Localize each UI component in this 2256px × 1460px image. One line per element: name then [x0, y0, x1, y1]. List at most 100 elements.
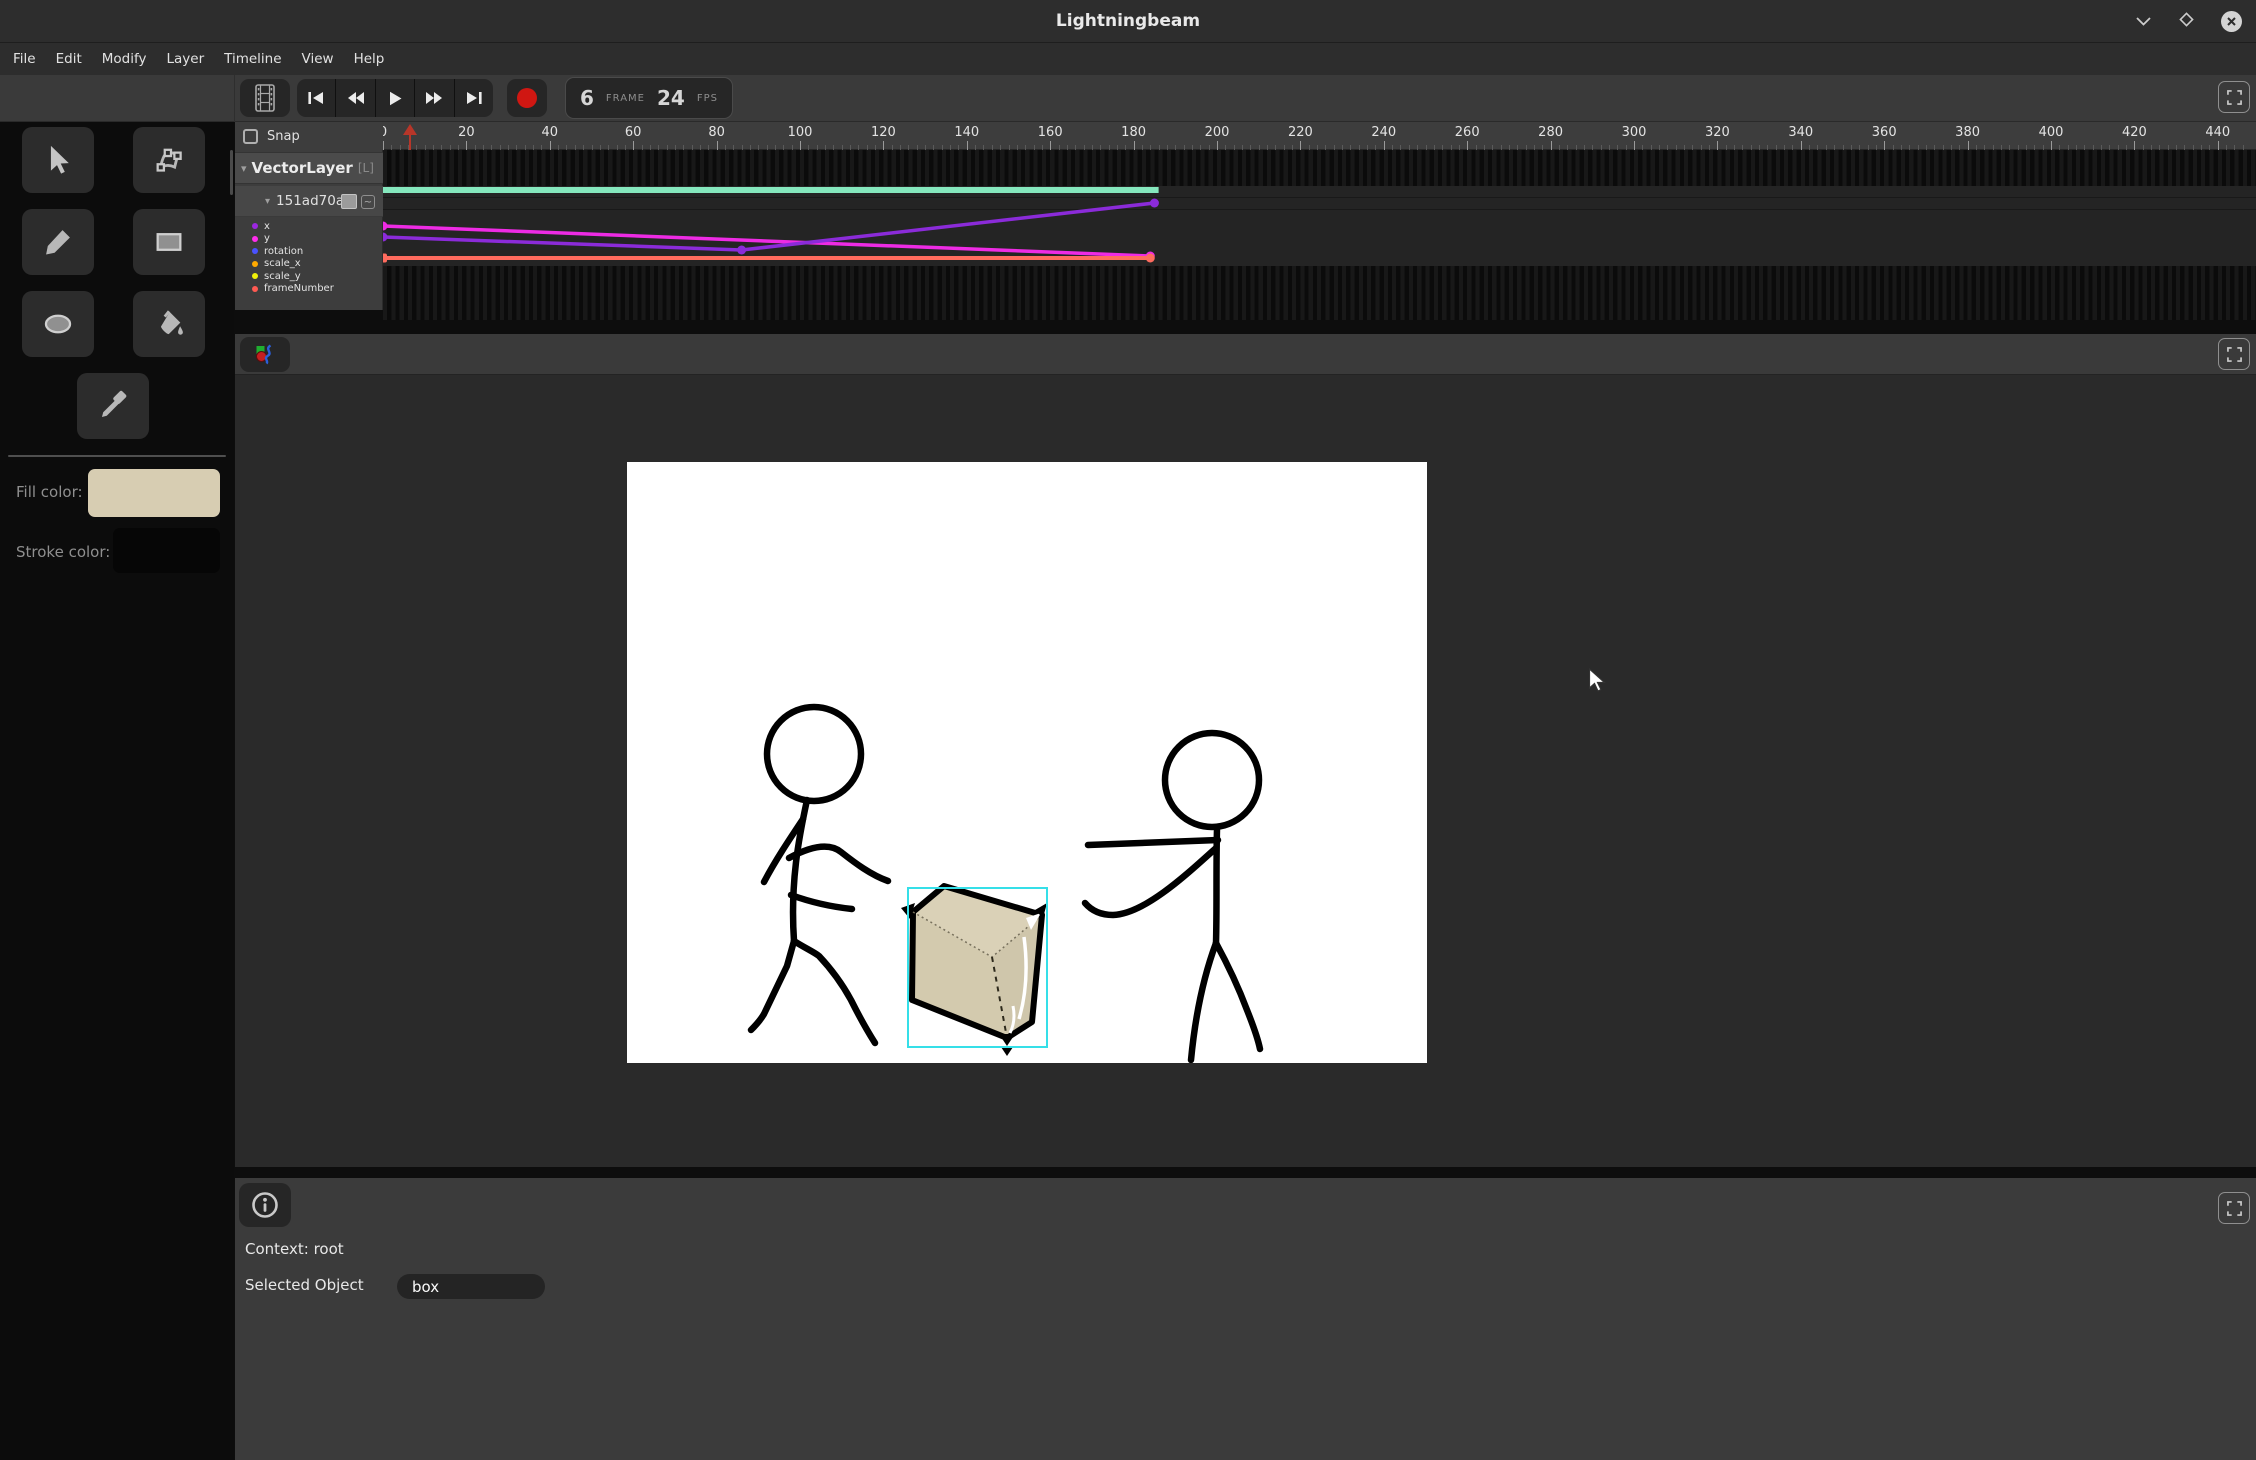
keyframe-dot[interactable] — [1150, 199, 1159, 208]
skip-end-button[interactable] — [454, 79, 493, 117]
skip-start-icon — [307, 91, 325, 105]
ruler-major-tick — [1050, 141, 1051, 150]
menu-item-edit[interactable]: Edit — [52, 48, 86, 70]
menu-item-timeline[interactable]: Timeline — [220, 48, 285, 70]
stage-drawing — [627, 462, 1427, 1063]
timeline-expand-button[interactable] — [2218, 81, 2250, 113]
fill-color-swatch[interactable] — [88, 469, 220, 517]
snap-checkbox[interactable] — [243, 129, 258, 144]
ruler-label: 340 — [1788, 125, 1813, 140]
keyframe-dot[interactable] — [383, 233, 388, 242]
ruler-label: 200 — [1205, 125, 1230, 140]
ruler-major-tick — [1634, 141, 1635, 150]
stick-figure-right[interactable] — [1085, 733, 1260, 1060]
layer-collapse-icon[interactable]: ▾ — [241, 162, 247, 175]
box-object[interactable] — [901, 886, 1047, 1056]
playhead-arrow-icon — [403, 124, 417, 135]
window-controls — [2135, 0, 2242, 43]
property-color-dot — [252, 286, 258, 292]
menu-item-help[interactable]: Help — [350, 48, 389, 70]
object-visibility-button[interactable] — [341, 194, 357, 209]
property-row-frameNumber[interactable]: frameNumber — [235, 283, 383, 296]
ruler-label: 380 — [1955, 125, 1980, 140]
menu-item-file[interactable]: File — [9, 48, 40, 70]
play-button[interactable] — [375, 79, 414, 117]
menu-item-modify[interactable]: Modify — [98, 48, 151, 70]
inspector-expand-button[interactable] — [2218, 1192, 2250, 1224]
ellipse-tool-button[interactable] — [22, 291, 94, 357]
close-icon[interactable] — [2221, 11, 2242, 32]
skip-start-button[interactable] — [297, 79, 335, 117]
keyframe-dot[interactable] — [737, 246, 746, 255]
eyedropper-tool-button[interactable] — [77, 373, 149, 439]
selected-object-label: Selected Object — [245, 1276, 364, 1294]
maximize-icon[interactable] — [2178, 11, 2195, 32]
stick-figure-left[interactable] — [751, 707, 888, 1043]
keyframe-marker[interactable] — [383, 254, 387, 263]
object-collapse-icon[interactable]: ▾ — [265, 196, 270, 207]
keyframe-dot[interactable] — [383, 222, 388, 231]
ruler-major-tick — [1717, 141, 1718, 150]
property-list: xyrotationscale_xscale_yframeNumber — [235, 220, 383, 295]
canvas-area[interactable] — [235, 375, 2256, 1167]
rectangle-icon — [152, 225, 186, 259]
menu-item-view[interactable]: View — [298, 48, 338, 70]
canvas-expand-button[interactable] — [2218, 338, 2250, 370]
info-button[interactable] — [239, 1183, 291, 1227]
curve-x[interactable] — [383, 203, 1154, 250]
ruler-major-tick — [1801, 141, 1802, 150]
ruler-label: 160 — [1038, 125, 1063, 140]
menu-item-layer[interactable]: Layer — [162, 48, 208, 70]
ruler-major-tick — [2218, 141, 2219, 150]
stroke-color-swatch[interactable] — [113, 528, 220, 573]
paint-bucket-tool-button[interactable] — [133, 291, 205, 357]
property-name: scale_y — [264, 271, 301, 282]
record-icon — [517, 88, 537, 108]
fast-forward-icon — [425, 91, 443, 105]
timeline-ruler[interactable]: 0204060801001201401601802002202402602803… — [235, 122, 2256, 150]
selected-object-value[interactable]: box — [397, 1274, 545, 1299]
shapes-logo-icon — [253, 343, 277, 367]
object-tilde-button[interactable]: ~ — [361, 195, 375, 209]
ruler-major-tick — [717, 141, 718, 150]
ruler-label: 220 — [1288, 125, 1313, 140]
property-row-scale_x[interactable]: scale_x — [235, 258, 383, 271]
ruler-label: 440 — [2205, 125, 2230, 140]
expand-icon — [2227, 90, 2242, 105]
film-strip-button[interactable] — [240, 79, 290, 117]
timeline-object-row[interactable]: ▾ 151ad70a... ~ — [235, 186, 383, 217]
rewind-button[interactable] — [335, 79, 374, 117]
canvas-logo-button[interactable] — [240, 337, 290, 372]
select-tool-button[interactable] — [22, 127, 94, 193]
property-row-scale_y[interactable]: scale_y — [235, 270, 383, 283]
keyframe-dot[interactable] — [1146, 254, 1155, 263]
layer-span-bar[interactable] — [383, 187, 1159, 193]
window-title: Lightningbeam — [0, 0, 2256, 43]
info-icon — [251, 1191, 279, 1219]
property-color-dot — [252, 223, 258, 229]
property-row-y[interactable]: y — [235, 233, 383, 246]
ruler-ticks: 0204060801001201401601802002202402602803… — [235, 122, 2256, 149]
ruler-label: 120 — [871, 125, 896, 140]
pencil-tool-button[interactable] — [22, 209, 94, 275]
timeline-tracks[interactable] — [383, 150, 2256, 320]
minimize-icon[interactable] — [2135, 12, 2152, 31]
corner-arrow-icon — [999, 1034, 1015, 1046]
rectangle-tool-button[interactable] — [133, 209, 205, 275]
rewind-icon — [347, 91, 365, 105]
record-button[interactable] — [507, 79, 547, 117]
ruler-label: 420 — [2122, 125, 2147, 140]
sidebar-scrollbar[interactable] — [230, 150, 233, 195]
node-path-tool-button[interactable] — [133, 127, 205, 193]
ruler-label: 280 — [1538, 125, 1563, 140]
property-row-rotation[interactable]: rotation — [235, 245, 383, 258]
property-row-x[interactable]: x — [235, 220, 383, 233]
playhead[interactable] — [410, 124, 417, 150]
ruler-label: 40 — [542, 125, 559, 140]
ruler-label: 320 — [1705, 125, 1730, 140]
layer-row[interactable]: ▾ VectorLayer [L] — [235, 152, 383, 184]
layer-name: VectorLayer — [252, 159, 353, 177]
fast-forward-button[interactable] — [414, 79, 453, 117]
animation-stage[interactable] — [627, 462, 1427, 1063]
frame-fps-display: 6 FRAME 24 FPS — [565, 77, 733, 119]
